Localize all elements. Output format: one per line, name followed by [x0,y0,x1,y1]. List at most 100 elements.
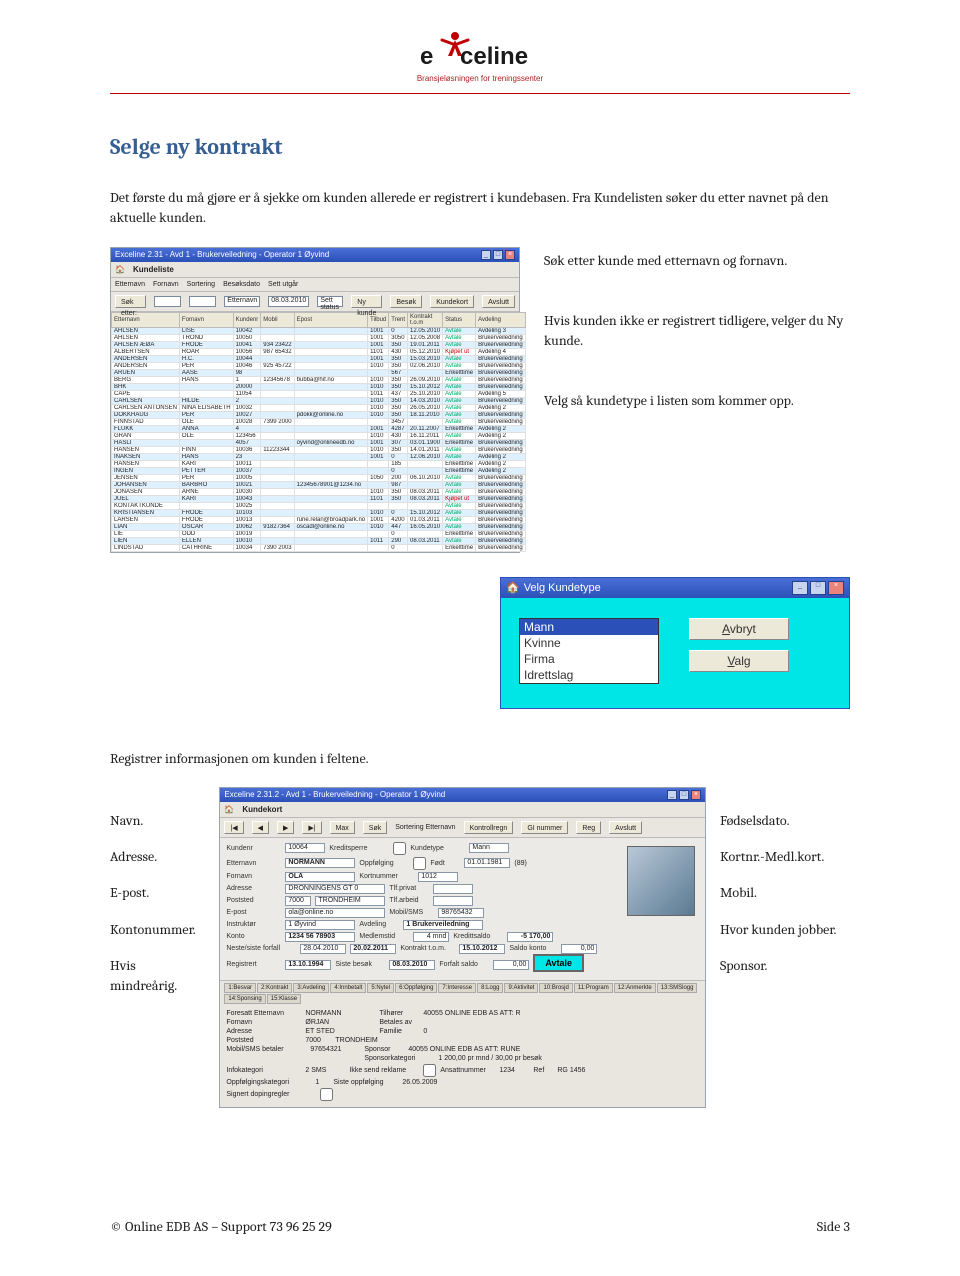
table-row[interactable]: INGENPETTER100370EnkelttimeAvdeling 2 [112,467,526,474]
table-row[interactable]: ARUENAASE98567EnkelttimeBrukerveiledning [112,369,526,376]
intro-paragraph: Det første du må gjøre er å sjekke om ku… [110,188,850,229]
adresse-input[interactable]: DRONNINGENS GT 0 [285,884,385,894]
etternavn-label: Etternavn [115,281,145,288]
table-row[interactable]: LIANOSCAR1006291827364oscadl@online.no10… [112,523,526,530]
sortering-label: Sortering [187,281,215,288]
section-title: Selge ny kontrakt [110,134,850,160]
maximize-icon[interactable]: □ [679,790,689,800]
kundetype-listbox[interactable]: MannKvinneFirmaIdrettslag [519,618,659,684]
fornavn-input[interactable]: OLA [285,872,355,882]
table-row[interactable]: BHK20000101035015.10.2012AvtaleBrukervei… [112,383,526,390]
besoksdato-input[interactable]: 08.03.2010 [268,296,309,307]
table-row[interactable]: LIEODD100190EnkelttimeBrukerveiledning [112,530,526,537]
table-row[interactable]: ALBERTSENROAR10056987 65432110143005.12.… [112,348,526,355]
minimize-icon[interactable]: _ [481,250,491,260]
table-row[interactable]: KRISTIANSENFRODE101031010015.10.2012Avta… [112,509,526,516]
besoksdato-label: Besøksdato [223,281,260,288]
table-row[interactable]: JENSENPER10005105020006.10.2010AvtaleBru… [112,474,526,481]
label-kortnr: Kortnr.-Medl.kort. [720,847,850,867]
table-row[interactable]: CARLSENHILDE2101035014.03.2010AvtaleBruk… [112,397,526,404]
close-icon[interactable]: × [691,790,701,800]
kortnr-input[interactable]: 1012 [418,872,458,882]
brand-tagline: Bransjeløsningen for treningssenter [110,74,850,83]
sett-utgar-label: Sett utgår [268,281,298,288]
etternavn-input[interactable] [154,296,181,307]
table-row[interactable]: GRANOLE123456101043016.11.2011AvtaleAvde… [112,432,526,439]
fornavn-label: Fornavn [153,281,179,288]
sok-etter-button[interactable]: Søk etter: [115,295,146,308]
table-row[interactable]: BERGHANS112345678bubba@hif.no101035026.0… [112,376,526,383]
close-icon[interactable]: × [828,581,844,595]
kundetype-option[interactable]: Mann [520,619,658,635]
kundetype-option[interactable]: Idrettslag [520,667,658,683]
table-row[interactable]: LARSENFRODE10013rune.relan@broadpark.no1… [112,516,526,523]
table-row[interactable]: CARLSEN ANTONSENNINA ELISABETH1003210103… [112,404,526,411]
mobil-input[interactable]: 98765432 [438,908,484,918]
table-row[interactable]: ANDERSENH.C.10044100135015.03.2010Avtale… [112,355,526,362]
kundetype-option[interactable]: Firma [520,651,658,667]
avslutt-button[interactable]: Avslutt [609,821,642,834]
registrer-heading: Registrer informasjonen om kunden i felt… [110,749,850,769]
sortering-select[interactable]: Etternavn [224,296,260,307]
table-row[interactable]: CAPE11054101143725.10.2010AvtaleAvdeling… [112,390,526,397]
epost-input[interactable]: ola@online.no [285,908,385,918]
sett-status-input[interactable]: Sett status [317,296,343,307]
kundeliste-table[interactable]: EtternavnFornavnKundenrMobilEpostTilbudT… [111,312,526,552]
kundetype-select[interactable]: Mann [469,843,509,853]
table-row[interactable]: LINDSTADCATHRINE100347390 20030Enkelttim… [112,544,526,551]
table-row[interactable]: FINNSTADOLE100287399 20003457AvtaleBruke… [112,418,526,425]
kundekort-button[interactable]: Kundekort [430,295,474,308]
minimize-icon[interactable]: _ [667,790,677,800]
label-sponsor: Sponsor. [720,956,850,976]
table-row[interactable]: LIENELLEN10010101129008.03.2011AvtaleBru… [112,537,526,544]
besok-button[interactable]: Besøk [390,295,422,308]
header-rule [110,93,850,94]
table-row[interactable]: ANDERSENPER10046925 45722101035002.06.20… [112,362,526,369]
etternavn-input[interactable]: NORMANN [285,858,355,868]
velg-kundetype-window: 🏠Velg Kundetype _ □ × MannKvinneFirmaIdr… [500,577,850,709]
table-row[interactable]: AHLSENTROND100501001305012.05.2008Avtale… [112,334,526,341]
fornavn-input[interactable] [189,296,216,307]
fodt-input[interactable]: 01.01.1981 [464,858,510,868]
kredittsperre-checkbox[interactable] [393,842,406,855]
table-row[interactable]: AHLSEN ÆØÅFRODE10041934 23422100135019.0… [112,341,526,348]
avslutt-button[interactable]: Avslutt [482,295,515,308]
table-row[interactable]: DOKKHAUGPER10027pdokk@online.no101035018… [112,411,526,418]
table-row[interactable]: HANSENFINN1003611223344101035014.01.2011… [112,446,526,453]
kundeliste-screenshot: Exceline 2.31 - Avd 1 - Brukerveiledning… [110,247,520,553]
kundekort-tabs[interactable]: 1:Besvar2:Kontrakt3:Avdeling4:Innbetalt5… [220,980,705,1006]
table-row[interactable]: HASLI4057oyvind@onlineedb.no100130703.01… [112,439,526,446]
kundenr-input[interactable]: 10064 [285,843,325,853]
kundetype-option[interactable]: Kvinne [520,635,658,651]
close-icon[interactable]: × [505,250,515,260]
footer-left: © Online EDB AS – Support 73 96 25 29 [110,1218,332,1235]
table-row[interactable]: FLUKKANNA41001428720.11.2007EnkelttimeAv… [112,425,526,432]
table-row[interactable]: JONASENARNE10030101035008.03.2011AvtaleB… [112,488,526,495]
label-jobber: Hvor kunden jobber. [720,920,850,940]
kontrollregn-button[interactable]: Kontrollregn [464,821,514,834]
sok-button[interactable]: Søk [363,821,387,834]
side-note-2: Hvis kunden ikke er registrert tidligere… [544,311,850,352]
brand-logo: e celine Bransjeløsningen for treningsse… [110,30,850,83]
max-button[interactable]: Max [330,821,355,834]
maximize-icon[interactable]: □ [810,581,826,595]
table-row[interactable]: INAKSENHANS231001012.06.2010AvtaleAvdeli… [112,453,526,460]
konto-input[interactable]: 1234 56 78903 [285,932,355,942]
kundeliste-titlebar: Exceline 2.31 - Avd 1 - Brukerveiledning… [111,248,519,262]
table-row[interactable]: KONTAKTKUNDE10025AvtaleBrukerveiledning [112,502,526,509]
reg-button[interactable]: Reg [576,821,601,834]
maximize-icon[interactable]: □ [493,250,503,260]
label-mobil: Mobil. [720,883,850,903]
table-row[interactable]: HANSENKARI10011185EnkelttimeAvdeling 2 [112,460,526,467]
footer-right: Side 3 [817,1218,850,1235]
table-row[interactable]: JOHANSENBARBRO1002112345678901@1234.no98… [112,481,526,488]
valg-button[interactable]: Valg [689,650,789,672]
label-konto: Kontonummer. [110,920,205,940]
table-row[interactable]: AHLSENLISE100421001012.05.2010AvtaleAvde… [112,327,526,334]
avbryt-button[interactable]: Avbryt [689,618,789,640]
nykunde-button[interactable]: Ny kunde [351,295,382,308]
ginummer-button[interactable]: GI nummer [521,821,568,834]
side-note-1: Søk etter kunde med etternavn og fornavn… [544,251,850,271]
minimize-icon[interactable]: _ [792,581,808,595]
table-row[interactable]: JUELKARI10043110135008.03.2011Kjøpet utB… [112,495,526,502]
